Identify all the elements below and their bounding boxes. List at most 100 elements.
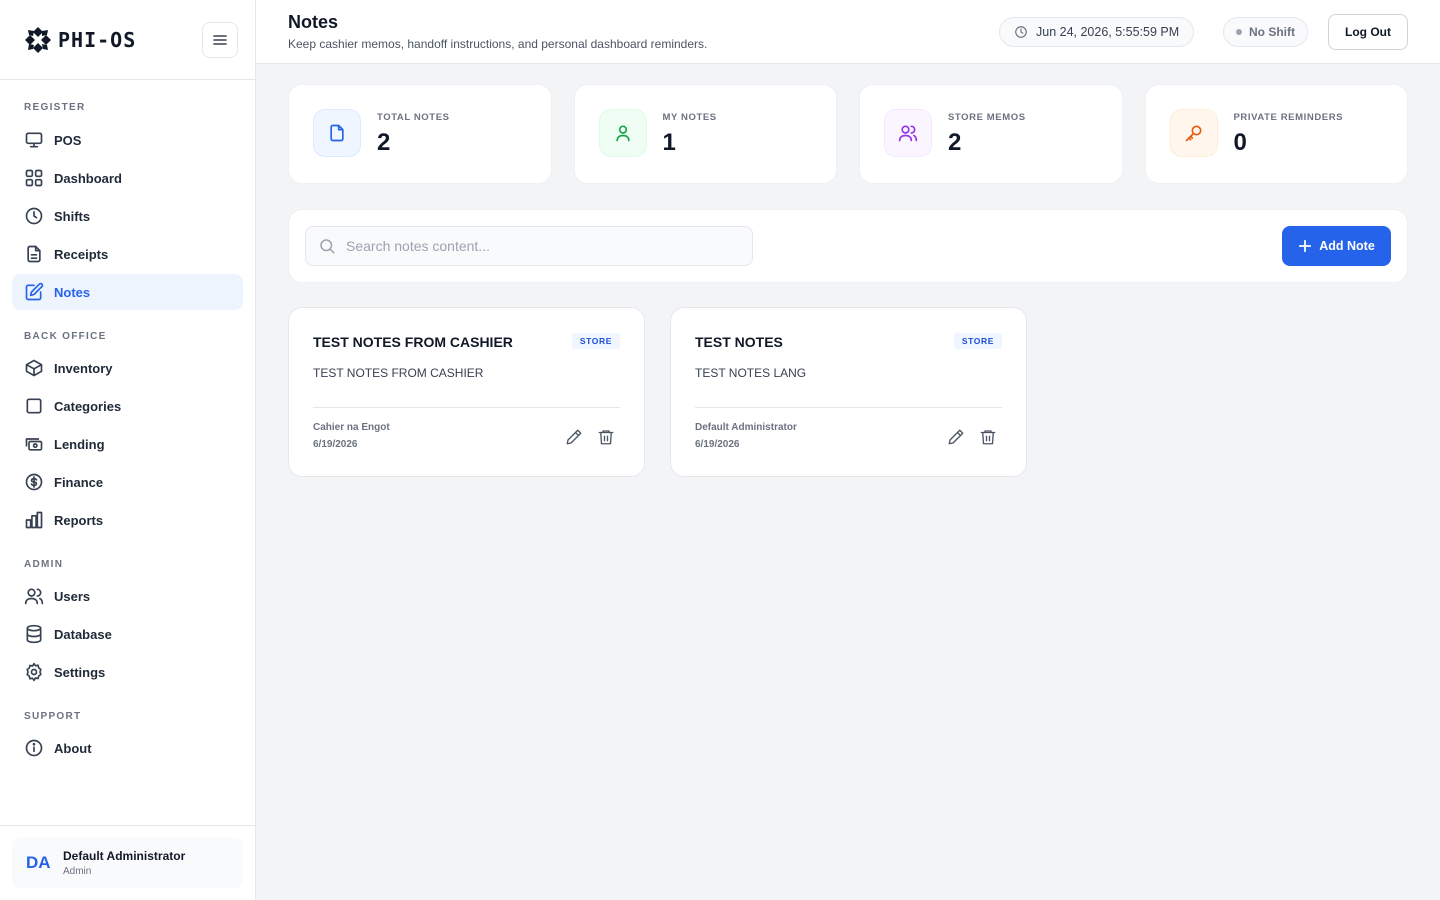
monitor-icon: [25, 132, 43, 148]
sidebar-item-receipts[interactable]: Receipts: [12, 236, 243, 272]
sidebar-item-label: Dashboard: [54, 170, 122, 186]
sidebar-item-label: Finance: [54, 474, 104, 490]
stat-value: 0: [1233, 129, 1247, 156]
sidebar-item-notes[interactable]: Notes: [12, 274, 243, 310]
edit-icon: [25, 282, 44, 301]
sidebar-footer: DA Default Administrator Admin: [0, 825, 255, 900]
stats-row: TOTAL NOTES 2 MY NOTES 1 STORE MEMOS 2 P…: [288, 84, 1408, 184]
stat-label: PRIVATE REMINDERS: [1233, 112, 1344, 123]
users-icon: [898, 125, 918, 142]
sidebar-item-finance[interactable]: Finance: [12, 464, 243, 500]
grid-icon: [25, 169, 43, 187]
sidebar-item-label: Lending: [54, 436, 105, 452]
sidebar-item-inventory[interactable]: Inventory: [12, 350, 243, 386]
sidebar-item-label: About: [54, 740, 92, 756]
sidebar-item-users[interactable]: Users: [12, 578, 243, 614]
dollar-icon: [25, 473, 43, 491]
users-icon: [24, 588, 44, 605]
square-icon: [26, 398, 42, 414]
note-date: 6/19/2026: [695, 439, 740, 450]
menu-toggle-button[interactable]: [202, 22, 238, 58]
stat-value: 1: [662, 129, 676, 156]
sidebar-item-label: Reports: [54, 512, 104, 528]
user-icon: [615, 125, 630, 142]
notes-grid: TEST NOTES FROM CASHIER STORE TEST NOTES…: [288, 307, 1027, 477]
shift-status-text: No Shift: [1249, 25, 1295, 39]
logout-button[interactable]: Log Out: [1328, 14, 1408, 50]
trash-icon[interactable]: [979, 428, 997, 446]
sidebar-item-label: Users: [54, 588, 91, 604]
notes-toolbar: Add Note: [288, 209, 1408, 283]
file-icon: [330, 124, 344, 142]
search-icon: [320, 239, 335, 254]
stat-label: TOTAL NOTES: [377, 112, 450, 123]
cash-icon: [25, 438, 43, 451]
trash-icon[interactable]: [597, 428, 615, 446]
sidebar-item-label: Inventory: [54, 360, 113, 376]
stat-icon-box: [1169, 109, 1218, 157]
nav-section-back-office: BACK OFFICE: [24, 331, 107, 342]
note-divider: [695, 407, 1002, 408]
pencil-icon[interactable]: [565, 428, 583, 446]
user-profile-card[interactable]: DA Default Administrator Admin: [12, 838, 243, 888]
note-author: Cahier na Engot: [313, 422, 390, 433]
stat-card-store-memos: STORE MEMOS 2: [859, 84, 1123, 184]
stat-icon-box: [598, 109, 647, 157]
search-box[interactable]: [305, 226, 753, 266]
stat-card-my-notes: MY NOTES 1: [573, 84, 837, 184]
nav-section-support: SUPPORT: [24, 711, 82, 722]
sidebar-item-settings[interactable]: Settings: [12, 654, 243, 690]
stat-value: 2: [948, 129, 962, 156]
gear-icon: [26, 662, 42, 682]
sidebar-item-reports[interactable]: Reports: [12, 502, 243, 538]
stat-value: 2: [377, 129, 391, 156]
hamburger-icon: [213, 35, 227, 45]
sidebar-item-database[interactable]: Database: [12, 616, 243, 652]
sidebar-item-categories[interactable]: Categories: [12, 388, 243, 424]
avatar: DA: [26, 853, 51, 872]
page-subtitle: Keep cashier memos, handoff instructions…: [288, 37, 708, 51]
page-title: Notes: [288, 12, 339, 32]
note-visibility-badge: STORE: [953, 333, 1002, 349]
top-header: Notes Keep cashier memos, handoff instru…: [256, 0, 1440, 64]
file-icon: [27, 245, 41, 263]
note-content: TEST NOTES LANG: [695, 366, 807, 380]
note-card[interactable]: TEST NOTES STORE TEST NOTES LANG Default…: [670, 307, 1027, 477]
user-name: Default Administrator: [63, 849, 186, 863]
sidebar-item-lending[interactable]: Lending: [12, 426, 243, 462]
note-visibility-badge: STORE: [571, 333, 620, 349]
sidebar-item-label: POS: [54, 132, 82, 148]
stat-label: STORE MEMOS: [948, 112, 1026, 123]
add-note-button[interactable]: Add Note: [1282, 226, 1391, 266]
database-icon: [26, 624, 42, 644]
shift-status-badge: No Shift: [1223, 17, 1308, 47]
search-input[interactable]: [346, 238, 726, 254]
datetime-text: Jun 24, 2026, 5:55:59 PM: [1036, 25, 1180, 39]
note-title: TEST NOTES FROM CASHIER: [313, 334, 513, 350]
datetime-display: Jun 24, 2026, 5:55:59 PM: [999, 17, 1195, 47]
box-icon: [25, 359, 43, 377]
sidebar-item-label: Notes: [54, 284, 91, 300]
info-icon: [25, 739, 43, 757]
stat-card-private-reminders: PRIVATE REMINDERS 0: [1144, 84, 1408, 184]
sidebar-item-shifts[interactable]: Shifts: [12, 198, 243, 234]
sidebar-item-label: Settings: [54, 664, 106, 680]
sidebar-item-label: Database: [54, 626, 112, 642]
note-divider: [313, 407, 620, 408]
sidebar-item-dashboard[interactable]: Dashboard: [12, 160, 243, 196]
pencil-icon[interactable]: [947, 428, 965, 446]
note-card[interactable]: TEST NOTES FROM CASHIER STORE TEST NOTES…: [288, 307, 645, 477]
stat-card-total-notes: TOTAL NOTES 2: [288, 84, 552, 184]
clock-icon: [25, 207, 43, 225]
bar-chart-icon: [25, 511, 43, 529]
note-content: TEST NOTES FROM CASHIER: [313, 366, 484, 380]
logo-icon: [24, 26, 52, 54]
stat-icon-box: [313, 109, 361, 157]
note-title: TEST NOTES: [695, 334, 783, 350]
note-date: 6/19/2026: [313, 439, 358, 450]
user-role: Admin: [63, 866, 92, 877]
stat-icon-box: [884, 109, 932, 157]
sidebar-item-about[interactable]: About: [12, 730, 243, 766]
sidebar-item-pos[interactable]: POS: [12, 122, 243, 158]
status-dot-icon: [1236, 29, 1242, 35]
